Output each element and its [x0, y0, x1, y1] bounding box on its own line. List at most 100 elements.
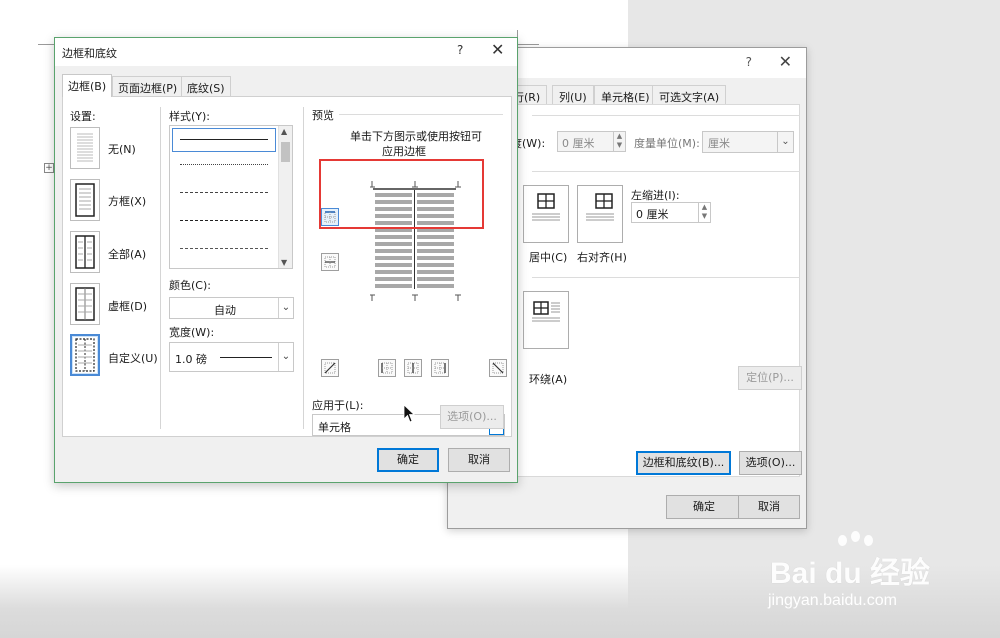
wrap-around-label: 环绕(A) [529, 373, 568, 386]
ok-button[interactable]: 确定 [377, 448, 439, 472]
vertical-divider [160, 107, 161, 429]
setting-grid-option[interactable] [70, 283, 100, 325]
divider [532, 277, 800, 278]
text-wrap-icon [532, 301, 560, 322]
selected-style-item[interactable] [172, 128, 276, 152]
setting-box-label: 方框(X) [108, 195, 147, 208]
close-icon[interactable]: ✕ [779, 52, 792, 71]
options-button[interactable]: 选项(O)... [440, 405, 504, 429]
borders-and-shading-dialog: 边框和底纹 ? ✕ 边框(B) 页面边框(P) 底纹(S) 设置: 无(N) 方… [54, 37, 518, 483]
preview-hint-line1: 单击下方图示或使用按钮可 [350, 130, 482, 143]
unit-select[interactable]: 厘米 ⌄ [702, 131, 794, 153]
cancel-button[interactable]: 取消 [738, 495, 800, 519]
diagonal-up-border-button[interactable] [321, 359, 339, 377]
align-center-label: 居中(C) [529, 251, 568, 264]
divider [532, 115, 800, 116]
style-solid-line[interactable] [180, 139, 268, 140]
highlight-box [319, 159, 484, 229]
tab-shading[interactable]: 底纹(S) [181, 76, 231, 96]
tab-alt-text[interactable]: 可选文字(A) [652, 85, 727, 105]
baidu-logo: Bai du 经验 [770, 557, 931, 590]
chevron-down-icon: ⌄ [278, 298, 293, 318]
border-diagonal-up-icon [324, 362, 336, 374]
table-options-button[interactable]: 选项(O)... [739, 451, 802, 475]
tab-cell[interactable]: 单元格(E) [594, 85, 657, 105]
setting-none-label: 无(N) [108, 143, 136, 156]
cancel-button[interactable]: 取消 [448, 448, 510, 472]
align-right-icon [586, 193, 614, 221]
divider [532, 171, 800, 172]
settings-label: 设置: [70, 110, 96, 123]
scroll-thumb[interactable] [281, 142, 290, 162]
setting-custom-label: 自定义(U) [108, 352, 158, 365]
style-dashed-line[interactable] [180, 220, 268, 221]
align-right-label: 右对齐(H) [577, 251, 627, 264]
help-icon[interactable]: ? [746, 55, 752, 69]
style-label: 样式(Y): [169, 110, 211, 123]
border-right-icon [434, 362, 446, 374]
border-custom-icon [75, 338, 95, 372]
page-corner-mark-right [517, 44, 539, 45]
dialog-title: 边框和底纹 [62, 47, 117, 60]
inside-vertical-border-button[interactable] [404, 359, 422, 377]
preview-divider [339, 114, 503, 115]
border-diagonal-down-icon [492, 362, 504, 374]
preview-hint-line2: 应用边框 [382, 145, 426, 158]
border-inside-vertical-icon [407, 362, 419, 374]
setting-all-option[interactable] [70, 231, 100, 273]
mouse-cursor-icon [403, 404, 416, 423]
baidu-url: jingyan.baidu.com [768, 592, 897, 609]
style-dotted-line[interactable] [180, 164, 268, 165]
align-center-icon [532, 193, 560, 221]
align-right-option[interactable] [577, 185, 623, 243]
help-icon[interactable]: ? [457, 43, 463, 57]
position-button[interactable]: 定位(P)... [738, 366, 802, 390]
style-list-scrollbar[interactable]: ▲ ▼ [278, 126, 292, 268]
baidu-paw-icon [864, 535, 873, 546]
setting-grid-label: 虚框(D) [108, 300, 148, 313]
style-dashed-short-line[interactable] [180, 192, 268, 193]
setting-custom-option[interactable] [70, 334, 100, 376]
close-icon[interactable]: ✕ [491, 40, 504, 59]
align-center-option[interactable] [523, 185, 569, 243]
border-none-icon [77, 133, 93, 162]
baidu-paw-icon [838, 535, 847, 546]
diagonal-down-border-button[interactable] [489, 359, 507, 377]
width-spinner-icon[interactable]: ▲ ▼ [613, 132, 625, 151]
table-move-handle-icon[interactable]: + [44, 163, 54, 173]
left-border-button[interactable] [378, 359, 396, 377]
scroll-up-icon[interactable]: ▲ [281, 127, 287, 136]
right-border-button[interactable] [431, 359, 449, 377]
width-dropdown[interactable]: 1.0 磅 ⌄ [169, 342, 294, 372]
indent-spinner-icon[interactable]: ▲ ▼ [698, 203, 710, 222]
tab-borders[interactable]: 边框(B) [62, 74, 113, 97]
unit-label: 度量单位(M): [634, 137, 700, 150]
title-bar: 边框和底纹 ? ✕ [55, 38, 517, 66]
borders-panel: 设置: 无(N) 方框(X) 全部(A) 虚框(D) 自定义(U) 样式(Y):… [62, 96, 512, 437]
scroll-down-icon[interactable]: ▼ [281, 258, 287, 267]
width-sample-line [220, 357, 272, 358]
tab-page-border[interactable]: 页面边框(P) [112, 76, 184, 96]
style-dash-dot-line[interactable] [180, 248, 268, 249]
ok-button[interactable]: 确定 [666, 495, 742, 519]
border-left-icon [381, 362, 393, 374]
setting-all-label: 全部(A) [108, 248, 147, 261]
borders-and-shading-button[interactable]: 边框和底纹(B)... [636, 451, 731, 475]
left-indent-input[interactable]: 0 厘米 ▲ ▼ [631, 202, 711, 223]
width-input[interactable]: 0 厘米 ▲ ▼ [557, 131, 626, 152]
color-label: 颜色(C): [169, 279, 211, 292]
wrap-around-option[interactable] [523, 291, 569, 349]
border-box-icon [75, 183, 95, 217]
line-style-list[interactable]: ▲ ▼ [169, 125, 293, 269]
width-label: 宽度(W): [169, 326, 215, 339]
color-dropdown[interactable]: 自动 ⌄ [169, 297, 294, 319]
chevron-down-icon: ⌄ [777, 132, 793, 152]
tab-column[interactable]: 列(U) [552, 85, 594, 105]
setting-none-option[interactable] [70, 127, 100, 169]
apply-to-label: 应用于(L): [312, 399, 364, 412]
setting-box-option[interactable] [70, 179, 100, 221]
border-all-icon [75, 235, 95, 269]
preview-label: 预览 [312, 109, 334, 122]
baidu-paw-icon [851, 531, 860, 542]
border-grid-icon [75, 287, 95, 321]
